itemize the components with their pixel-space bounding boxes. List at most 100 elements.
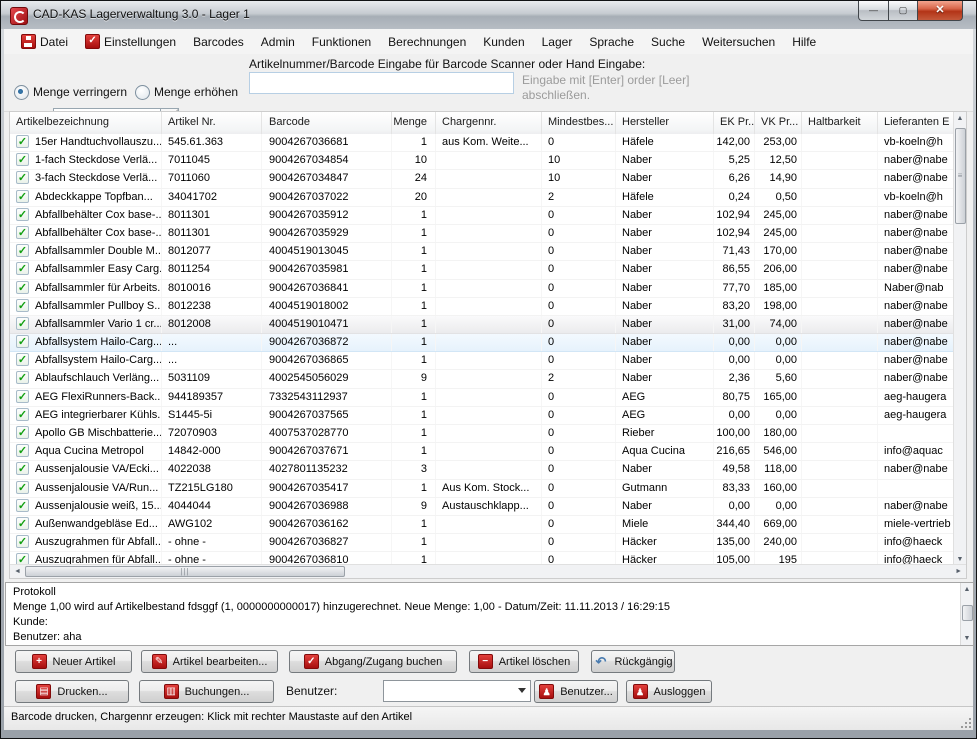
barcode-input[interactable] bbox=[249, 72, 514, 94]
resize-grip[interactable] bbox=[959, 716, 971, 728]
menu-item-sprache[interactable]: Sprache bbox=[583, 33, 643, 51]
table-row[interactable]: ✓3-fach Steckdose Verlä...70110609004267… bbox=[10, 170, 953, 188]
users-button[interactable]: Benutzer... bbox=[534, 680, 618, 703]
print-button[interactable]: Drucken... bbox=[15, 680, 129, 703]
table-row[interactable]: ✓1-fach Steckdose Verlä...70110459004267… bbox=[10, 152, 953, 170]
cell-hersteller: Aqua Cucina bbox=[616, 443, 714, 460]
scroll-up-icon[interactable]: ▲ bbox=[954, 115, 966, 122]
bookings-button[interactable]: Buchungen... bbox=[139, 680, 274, 703]
menu-item-berechnungen[interactable]: Berechnungen bbox=[382, 33, 475, 51]
column-header-artikelbezeichnung[interactable]: Artikelbezeichnung bbox=[10, 112, 162, 134]
user-dropdown[interactable] bbox=[383, 680, 531, 702]
table-row[interactable]: ✓Aussenjalousie weiß, 15...4044044900426… bbox=[10, 498, 953, 516]
table-row[interactable]: ✓Abfallsystem Hailo-Carg......9004267036… bbox=[10, 334, 953, 352]
column-header-chargennr[interactable]: Chargennr. bbox=[436, 112, 542, 134]
table-row[interactable]: ✓Abfallsammler Double M...80120774004519… bbox=[10, 243, 953, 261]
table-row[interactable]: ✓Aussenjalousie VA/Run...TZ215LG18090042… bbox=[10, 480, 953, 498]
menu-item-suche[interactable]: Suche bbox=[645, 33, 694, 51]
menu-item-datei[interactable]: Datei bbox=[15, 32, 77, 51]
edit-article-button[interactable]: Artikel bearbeiten... bbox=[141, 650, 278, 673]
cell-menge: 1 bbox=[392, 552, 436, 564]
menu-item-kunden[interactable]: Kunden bbox=[477, 33, 533, 51]
table-row[interactable]: ✓Abfallsystem Hailo-Carg......9004267036… bbox=[10, 352, 953, 370]
article-name: 3-fach Steckdose Verlä... bbox=[35, 172, 157, 184]
check-icon: ✓ bbox=[16, 335, 29, 348]
table-row[interactable]: ✓AEG FlexiRunners-Back...944189357733254… bbox=[10, 389, 953, 407]
table-row[interactable]: ✓Abfallsammler für Arbeits...80100169004… bbox=[10, 280, 953, 298]
column-header-haltbarkeit[interactable]: Haltbarkeit bbox=[802, 112, 878, 134]
menu-item-weitersuchen[interactable]: Weitersuchen bbox=[696, 33, 784, 51]
check-icon: ✓ bbox=[16, 371, 29, 384]
scroll-left-icon[interactable]: ◄ bbox=[14, 568, 21, 575]
table-row[interactable]: ✓AEG integrierbarer Kühls...S1445-5i9004… bbox=[10, 407, 953, 425]
cell-ek: 102,94 bbox=[714, 225, 755, 242]
vertical-scroll-thumb[interactable] bbox=[962, 605, 973, 621]
column-header-lieferanten-e[interactable]: Lieferanten E bbox=[878, 112, 955, 134]
column-header-hersteller[interactable]: Hersteller bbox=[616, 112, 714, 134]
column-header-menge[interactable]: Menge bbox=[392, 112, 436, 134]
column-header-ek-pr[interactable]: EK Pr... bbox=[714, 112, 755, 134]
protocol-scrollbar[interactable]: ▲ ▼ bbox=[960, 583, 973, 645]
cell-lieferant: naber@nabe bbox=[878, 461, 953, 478]
table-row[interactable]: ✓Auszugrahmen für Abfall...- ohne -90042… bbox=[10, 534, 953, 552]
cell-artnr: 14842-000 bbox=[162, 443, 262, 460]
check-icon-red bbox=[85, 34, 100, 49]
cell-chargennr bbox=[436, 552, 542, 564]
cell-haltbarkeit bbox=[802, 443, 878, 460]
delete-article-button[interactable]: Artikel löschen bbox=[469, 650, 579, 673]
table-row[interactable]: ✓Apollo GB Mischbatterie...7207090340075… bbox=[10, 425, 953, 443]
table-row[interactable]: ✓Außenwandgebläse Ed...AWG10290042670361… bbox=[10, 516, 953, 534]
menu-item-lager[interactable]: Lager bbox=[536, 33, 582, 51]
menu-item-admin[interactable]: Admin bbox=[255, 33, 304, 51]
book-in-out-button[interactable]: Abgang/Zugang buchen bbox=[289, 650, 457, 673]
article-name: Abfallbehälter Cox base-... bbox=[35, 227, 162, 239]
cell-vk: 198,00 bbox=[755, 298, 802, 315]
menu-item-barcodes[interactable]: Barcodes bbox=[187, 33, 253, 51]
cell-hersteller: Naber bbox=[616, 316, 714, 333]
table-row[interactable]: ✓Ablaufschlauch Verläng...50311094002545… bbox=[10, 370, 953, 388]
table-vertical-scrollbar[interactable]: ▲ ≡ ▼ bbox=[953, 112, 966, 566]
window-controls: — ▢ ✕ bbox=[859, 1, 963, 21]
scroll-up-icon[interactable]: ▲ bbox=[961, 586, 973, 593]
menu-item-hilfe[interactable]: Hilfe bbox=[786, 33, 825, 51]
table-row[interactable]: ✓Abdeckkappe Topfban...34041702900426703… bbox=[10, 189, 953, 207]
new-article-button[interactable]: Neuer Artikel bbox=[15, 650, 132, 673]
table-row[interactable]: ✓15er Handtuchvollauszu...545.61.3639004… bbox=[10, 134, 953, 152]
table-horizontal-scrollbar[interactable]: ◄ ||| ► bbox=[10, 564, 966, 578]
cell-lieferant: naber@nabe bbox=[878, 370, 953, 387]
scroll-right-icon[interactable]: ► bbox=[955, 568, 962, 575]
cell-artnr: 34041702 bbox=[162, 189, 262, 206]
menu-item-funktionen[interactable]: Funktionen bbox=[306, 33, 380, 51]
cell-chargennr bbox=[436, 280, 542, 297]
scroll-down-icon[interactable]: ▼ bbox=[954, 556, 966, 563]
scroll-down-icon[interactable]: ▼ bbox=[961, 635, 973, 642]
increase-quantity-radio[interactable] bbox=[135, 85, 150, 100]
table-row[interactable]: ✓Abfallbehälter Cox base-...801130190042… bbox=[10, 207, 953, 225]
column-header-vk-pr[interactable]: VK Pr... bbox=[755, 112, 802, 134]
check-icon: ✓ bbox=[16, 426, 29, 439]
undo-button[interactable]: Rückgängig bbox=[591, 650, 675, 673]
table-row[interactable]: ✓Abfallsammler Pullboy S...8012238400451… bbox=[10, 298, 953, 316]
cell-mindestbestand: 0 bbox=[542, 407, 616, 424]
vertical-scroll-thumb[interactable]: ≡ bbox=[955, 128, 966, 224]
status-text: Barcode drucken, Chargennr erzeugen: Kli… bbox=[11, 711, 412, 723]
column-header-mindestbes[interactable]: Mindestbes... bbox=[542, 112, 616, 134]
horizontal-scroll-thumb[interactable]: ||| bbox=[25, 566, 345, 577]
minimize-button[interactable]: — bbox=[858, 1, 889, 21]
table-row[interactable]: ✓Abfallbehälter Cox base-...801130190042… bbox=[10, 225, 953, 243]
table-row[interactable]: ✓Abfallsammler Vario 1 cr...801200840045… bbox=[10, 316, 953, 334]
logout-button[interactable]: Ausloggen bbox=[626, 680, 712, 703]
cell-vk: 0,00 bbox=[755, 352, 802, 369]
table-row[interactable]: ✓Abfallsammler Easy Carg...8011254900426… bbox=[10, 261, 953, 279]
column-header-barcode[interactable]: Barcode bbox=[262, 112, 392, 134]
column-header-artikel-nr[interactable]: Artikel Nr. bbox=[162, 112, 262, 134]
menu-item-einstellungen[interactable]: Einstellungen bbox=[79, 32, 185, 51]
maximize-button[interactable]: ▢ bbox=[888, 1, 918, 21]
table-row[interactable]: ✓Auszugrahmen für Abfall...- ohne -90042… bbox=[10, 552, 953, 564]
decrease-quantity-radio[interactable] bbox=[14, 85, 29, 100]
cell-lieferant: naber@nabe bbox=[878, 334, 953, 351]
cell-haltbarkeit bbox=[802, 552, 878, 564]
table-row[interactable]: ✓Aussenjalousie VA/Ecki...40220384027801… bbox=[10, 461, 953, 479]
close-button[interactable]: ✕ bbox=[917, 1, 963, 21]
table-row[interactable]: ✓Aqua Cucina Metropol14842-0009004267037… bbox=[10, 443, 953, 461]
